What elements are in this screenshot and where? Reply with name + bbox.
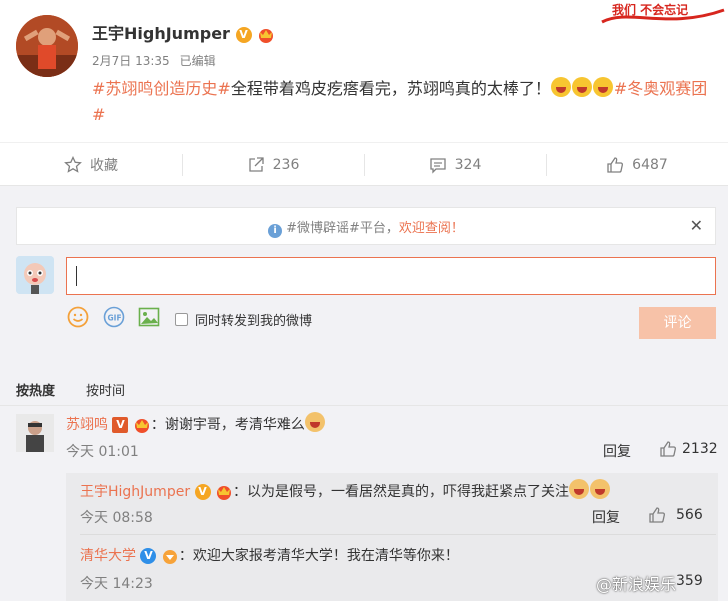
doge-emoji-icon — [589, 479, 610, 499]
repost-checkbox[interactable] — [175, 313, 188, 326]
favorite-button[interactable]: 收藏 — [0, 143, 182, 187]
replier-name[interactable]: 王宇HighJumper — [80, 484, 190, 500]
member-crown-icon — [134, 419, 149, 433]
author-avatar[interactable] — [16, 15, 78, 77]
favorite-label: 收藏 — [90, 158, 118, 174]
text-caret — [76, 266, 77, 286]
member-crown-icon — [216, 486, 231, 500]
hashtag-link-1[interactable]: #苏翊鸣创造历史# — [92, 79, 231, 98]
reply-like-count: 566 — [676, 507, 703, 523]
emoji-picker-icon[interactable] — [67, 306, 89, 328]
post-text: 全程带着鸡皮疙瘩看完，苏翊鸣真的太棒了！ — [230, 79, 551, 98]
comment-count: 324 — [454, 157, 482, 173]
watermark: @新浪娱乐 — [596, 575, 677, 594]
member-crown-icon — [259, 28, 274, 43]
notice-prefix: #微博辟谣#平台， — [286, 221, 399, 236]
verified-v-icon: V — [140, 548, 157, 564]
reply-button[interactable]: 回复 — [603, 441, 631, 461]
close-icon[interactable]: ✕ — [690, 216, 703, 235]
star-icon — [64, 156, 82, 173]
like-button[interactable]: 6487 — [546, 143, 728, 187]
cry-emoji-icon — [571, 77, 592, 97]
sort-by-hot-tab[interactable]: 按热度 — [16, 380, 55, 399]
like-count: 6487 — [632, 157, 668, 173]
info-icon: i — [268, 224, 283, 238]
comment-body: 苏翊鸣 V ：谢谢宇哥，考清华难么 — [66, 412, 326, 434]
thumbs-up-icon[interactable] — [659, 440, 677, 458]
comment-sort-bar: 按热度 按时间 — [0, 366, 728, 406]
thumbs-up-icon[interactable] — [648, 506, 666, 524]
reply-time: 今天 14:23 — [80, 576, 153, 592]
reply-body: 王宇HighJumper V ：以为是假号，一看居然是真的，吓得我赶紧点了关注 — [80, 479, 611, 501]
comment-text: ：谢谢宇哥，考清华难么 — [150, 417, 305, 433]
repost-count: 236 — [272, 157, 300, 173]
svg-text:GIF: GIF — [108, 314, 122, 323]
cry-emoji-icon — [550, 77, 571, 97]
current-user-avatar[interactable] — [16, 256, 54, 294]
verified-v-icon: V — [235, 26, 252, 43]
submit-comment-button[interactable]: 评论 — [639, 307, 716, 339]
cry-emoji-icon — [592, 77, 613, 97]
author-name[interactable]: 王宇HighJumper V — [92, 20, 275, 44]
comment-input[interactable] — [66, 257, 716, 295]
verified-v-icon: V — [194, 484, 211, 500]
commenter-avatar[interactable] — [16, 414, 54, 452]
gif-icon[interactable]: GIF — [103, 306, 125, 328]
comment-icon — [429, 158, 446, 174]
sort-by-time-tab[interactable]: 按时间 — [86, 380, 125, 399]
reply-text: ：欢迎大家报考清华大学！我在清华等你来！ — [178, 548, 459, 564]
commenter-name[interactable]: 苏翊鸣 — [66, 417, 108, 433]
edited-label[interactable]: 已编辑 — [180, 54, 216, 68]
campaign-stamp: 我们 不会忘记 — [598, 0, 728, 30]
rumor-notice-bar: i #微博辟谣#平台，欢迎查阅！ ✕ — [16, 207, 716, 245]
comment-time: 今天 01:01 — [66, 444, 139, 460]
repost-label[interactable]: 同时转发到我的微博 — [195, 310, 312, 329]
divider — [80, 534, 716, 535]
reply-time: 今天 08:58 — [80, 510, 153, 526]
verified-v-icon: V — [112, 417, 129, 433]
thumbs-up-icon — [607, 157, 624, 173]
doge-emoji-icon — [304, 412, 325, 432]
comment-like-count: 2132 — [682, 441, 718, 457]
reply-button[interactable]: 回复 — [592, 507, 620, 527]
comment-button[interactable]: 324 — [364, 143, 546, 187]
author-name-text[interactable]: 王宇HighJumper — [92, 24, 230, 43]
notice-link[interactable]: 欢迎查阅！ — [399, 221, 464, 236]
reply-text: ：以为是假号，一看居然是真的，吓得我赶紧点了关注 — [232, 484, 569, 500]
stamp-text: 我们 不会忘记 — [612, 2, 688, 17]
share-icon — [248, 157, 264, 172]
notice-text: i #微博辟谣#平台，欢迎查阅！ — [17, 217, 715, 238]
reply-body: 清华大学 V ：欢迎大家报考清华大学！我在清华等你来！ — [80, 545, 459, 565]
repost-button[interactable]: 236 — [182, 143, 364, 187]
post-date[interactable]: 2月7日 13:35 — [92, 54, 170, 68]
member-badge-icon — [162, 550, 177, 564]
post-content: #苏翊鸣创造历史#全程带着鸡皮疙瘩看完，苏翊鸣真的太棒了！ #冬奥观赛团# — [92, 76, 718, 128]
reply-like-count: 359 — [676, 573, 703, 589]
post-meta: 2月7日 13:35 已编辑 — [92, 52, 216, 69]
doge-emoji-icon — [568, 479, 589, 499]
action-bar: 收藏 236 324 6487 — [0, 142, 728, 186]
replier-name[interactable]: 清华大学 — [80, 548, 136, 564]
image-upload-icon[interactable] — [138, 306, 160, 328]
